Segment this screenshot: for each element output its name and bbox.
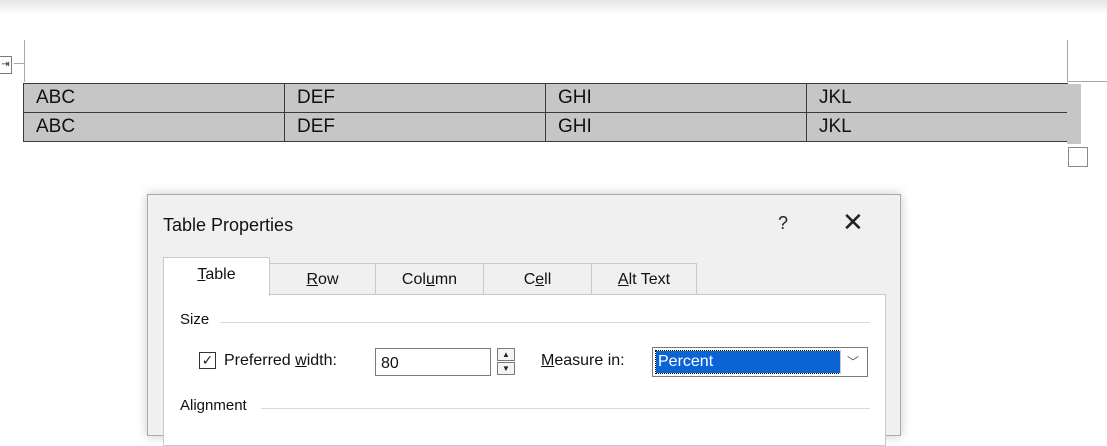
- table-cell[interactable]: ABC: [23, 112, 285, 142]
- measure-in-value: Percent: [655, 350, 841, 374]
- table-cell[interactable]: JKL: [806, 112, 1068, 142]
- table-cell[interactable]: GHI: [545, 83, 807, 113]
- table-cell[interactable]: DEF: [284, 112, 546, 142]
- chevron-down-icon[interactable]: ﹀: [840, 350, 865, 374]
- spin-up-icon[interactable]: ▲: [497, 348, 515, 361]
- preferred-width-checkbox[interactable]: ✓: [199, 352, 216, 369]
- table-cell[interactable]: DEF: [284, 83, 546, 113]
- alignment-section-label: Alignment: [180, 397, 247, 414]
- table-row: ABC DEF GHI JKL: [23, 83, 1068, 113]
- margin-mark-left-h: [14, 63, 24, 64]
- section-divider: [220, 322, 870, 323]
- document-table[interactable]: ABC DEF GHI JKL ABC DEF GHI JKL: [23, 83, 1068, 142]
- table-cell[interactable]: GHI: [545, 112, 807, 142]
- dialog-title: Table Properties: [163, 215, 294, 235]
- margin-mark-right-h: [1068, 81, 1107, 82]
- table-properties-dialog: Table Properties ? ✕ Table Row Column Ce…: [147, 194, 901, 446]
- table-cell[interactable]: JKL: [806, 83, 1068, 113]
- table-tab-panel: Size ✓ Preferred width: ▲ ▼ Measure in: …: [163, 294, 886, 446]
- spin-down-icon[interactable]: ▼: [497, 362, 515, 375]
- measure-in-select[interactable]: Percent ﹀: [652, 347, 868, 377]
- help-button[interactable]: ?: [778, 213, 788, 234]
- margin-mark-left: [24, 40, 25, 82]
- tab-row[interactable]: Row: [269, 263, 376, 294]
- page-edge: [0, 0, 1107, 14]
- tab-cell[interactable]: Cell: [483, 263, 592, 294]
- preferred-width-label: Preferred width:: [224, 352, 337, 369]
- row-end-selection: [1067, 84, 1081, 144]
- preferred-width-input[interactable]: [375, 348, 491, 376]
- close-button[interactable]: ✕: [842, 207, 864, 238]
- tab-alt-text[interactable]: Alt Text: [591, 263, 697, 294]
- table-move-handle-icon[interactable]: ⇥: [0, 56, 12, 74]
- table-resize-handle[interactable]: [1068, 147, 1088, 167]
- tab-column[interactable]: Column: [375, 263, 484, 294]
- measure-in-label: Measure in:: [541, 352, 625, 369]
- margin-mark-right: [1067, 40, 1068, 82]
- width-spinner: ▲ ▼: [497, 348, 515, 376]
- table-cell[interactable]: ABC: [23, 83, 285, 113]
- tab-table[interactable]: Table: [163, 257, 270, 296]
- section-divider: [261, 408, 870, 409]
- size-section-label: Size: [180, 311, 210, 328]
- table-row: ABC DEF GHI JKL: [23, 112, 1068, 142]
